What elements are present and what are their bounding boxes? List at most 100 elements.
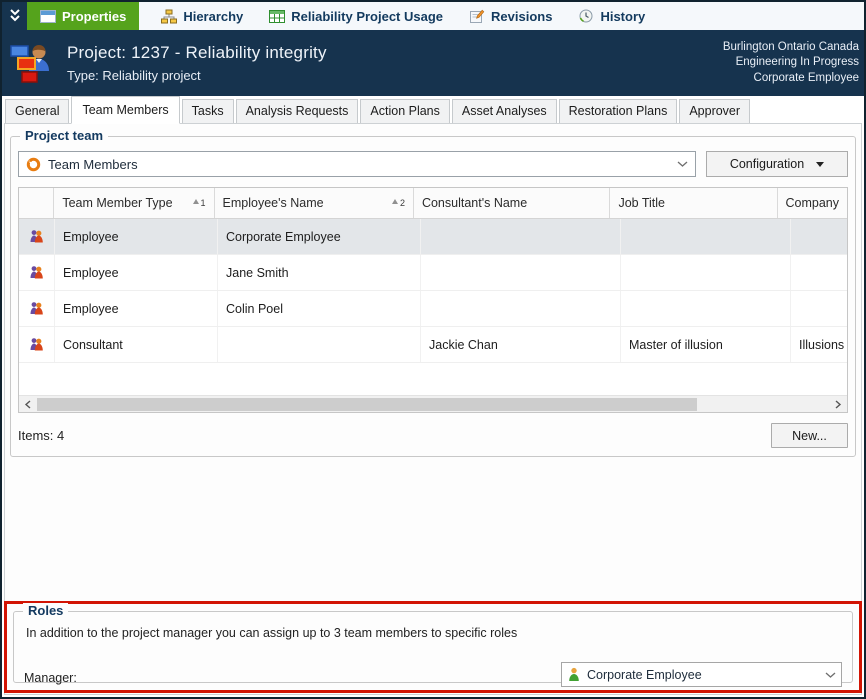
manager-value: Corporate Employee bbox=[587, 668, 702, 682]
cell-employees-name: Colin Poel bbox=[218, 291, 421, 326]
row-icon-cell bbox=[19, 327, 55, 362]
cell-team-member-type: Employee bbox=[55, 255, 218, 290]
toolbar-item-revisions[interactable]: Revisions bbox=[459, 2, 562, 30]
toolbar-item-label: Hierarchy bbox=[183, 9, 243, 24]
cell-company bbox=[791, 291, 847, 326]
project-type: Type: Reliability project bbox=[67, 68, 327, 83]
toolbar-item-reliability-project-usage[interactable]: Reliability Project Usage bbox=[259, 2, 453, 30]
team-members-page: Project team Team Members Configuration bbox=[4, 123, 862, 695]
table-grid-icon bbox=[269, 10, 285, 23]
cell-job-title: Master of illusion bbox=[621, 327, 791, 362]
scroll-left-button[interactable] bbox=[19, 396, 36, 412]
roles-group: Roles In addition to the project manager… bbox=[13, 611, 853, 683]
roles-description: In addition to the project manager you c… bbox=[26, 626, 842, 640]
cell-consultants-name: Jackie Chan bbox=[421, 327, 621, 362]
toolbar-item-hierarchy[interactable]: Hierarchy bbox=[151, 2, 253, 30]
table-row[interactable]: Employee Colin Poel bbox=[19, 291, 847, 327]
project-location: Burlington Ontario Canada bbox=[723, 40, 859, 56]
cell-company: Illusions Inc bbox=[791, 327, 847, 362]
toolbar-item-label: Reliability Project Usage bbox=[291, 9, 443, 24]
tab-general[interactable]: General bbox=[5, 99, 69, 123]
chevron-down-icon bbox=[677, 161, 688, 167]
cell-company bbox=[791, 255, 847, 290]
project-titles: Project: 1237 - Reliability integrity Ty… bbox=[67, 43, 327, 83]
scroll-right-button[interactable] bbox=[830, 396, 847, 412]
cell-team-member-type: Consultant bbox=[55, 327, 218, 362]
column-header-company[interactable]: Company bbox=[778, 188, 848, 218]
scrollbar-thumb[interactable] bbox=[37, 398, 697, 411]
row-icon-cell bbox=[19, 291, 55, 326]
project-team-group-title: Project team bbox=[20, 128, 108, 143]
sort-order: 2 bbox=[400, 198, 405, 208]
new-button[interactable]: New... bbox=[771, 423, 848, 448]
toolbar-item-properties[interactable]: Properties bbox=[27, 2, 139, 30]
toolbar-item-history[interactable]: History bbox=[568, 2, 655, 30]
cell-consultants-name bbox=[421, 291, 621, 326]
tab-action-plans[interactable]: Action Plans bbox=[360, 99, 449, 123]
cell-company bbox=[791, 219, 847, 254]
manager-select[interactable]: Corporate Employee bbox=[561, 662, 842, 687]
tab-approver[interactable]: Approver bbox=[679, 99, 750, 123]
column-header-icon[interactable] bbox=[19, 188, 54, 218]
revisions-icon bbox=[469, 9, 485, 24]
column-header-job-title[interactable]: Job Title bbox=[610, 188, 777, 218]
hierarchy-icon bbox=[161, 9, 177, 24]
cell-employees-name: Jane Smith bbox=[218, 255, 421, 290]
sort-ascending-icon bbox=[193, 199, 199, 204]
application-window: Properties Hierarchy Reliability Project… bbox=[0, 0, 866, 699]
sort-indicator: 2 bbox=[392, 198, 405, 208]
team-view-selector[interactable]: Team Members bbox=[18, 151, 696, 177]
project-meta: Burlington Ontario Canada Engineering In… bbox=[723, 40, 864, 87]
team-member-icon bbox=[29, 229, 44, 244]
tab-team-members[interactable]: Team Members bbox=[71, 96, 179, 124]
column-label: Employee's Name bbox=[223, 196, 324, 210]
tab-analysis-requests[interactable]: Analysis Requests bbox=[236, 99, 359, 123]
table-header-row: Team Member Type 1 Employee's Name 2 Con… bbox=[19, 188, 847, 219]
column-label: Team Member Type bbox=[62, 196, 172, 210]
cell-employees-name bbox=[218, 327, 421, 362]
top-toolbar: Properties Hierarchy Reliability Project… bbox=[2, 2, 864, 30]
column-label: Job Title bbox=[618, 196, 665, 210]
dropdown-arrow-icon bbox=[816, 162, 824, 167]
project-team-group: Project team Team Members Configuration bbox=[10, 136, 856, 457]
column-header-consultants-name[interactable]: Consultant's Name bbox=[414, 188, 610, 218]
roles-group-title: Roles bbox=[23, 603, 68, 618]
project-header: Project: 1237 - Reliability integrity Ty… bbox=[2, 30, 864, 96]
horizontal-scrollbar[interactable] bbox=[19, 395, 847, 412]
table-row[interactable]: Consultant Jackie Chan Master of illusio… bbox=[19, 327, 847, 363]
column-header-employees-name[interactable]: Employee's Name 2 bbox=[215, 188, 414, 218]
chevron-down-icon bbox=[825, 672, 836, 678]
team-view-selector-value: Team Members bbox=[48, 157, 138, 172]
column-header-team-member-type[interactable]: Team Member Type 1 bbox=[54, 188, 214, 218]
tab-tasks[interactable]: Tasks bbox=[182, 99, 234, 123]
project-status: Engineering In Progress bbox=[723, 55, 859, 71]
person-green-icon bbox=[567, 667, 581, 682]
table-row[interactable]: Employee Jane Smith bbox=[19, 255, 847, 291]
cell-team-member-type: Employee bbox=[55, 291, 218, 326]
tab-asset-analyses[interactable]: Asset Analyses bbox=[452, 99, 557, 123]
cell-job-title bbox=[621, 219, 791, 254]
column-label: Consultant's Name bbox=[422, 196, 527, 210]
cell-consultants-name bbox=[421, 255, 621, 290]
manager-label: Manager: bbox=[24, 671, 159, 685]
cell-job-title bbox=[621, 255, 791, 290]
team-member-icon bbox=[29, 301, 44, 316]
history-clock-icon bbox=[578, 8, 594, 24]
table-row[interactable]: Employee Corporate Employee bbox=[19, 219, 847, 255]
toolbar-item-label: Properties bbox=[62, 9, 126, 24]
cell-job-title bbox=[621, 291, 791, 326]
table-footer: Items: 4 New... bbox=[18, 423, 848, 448]
tab-restoration-plans[interactable]: Restoration Plans bbox=[559, 99, 678, 123]
collapse-toolbar-button[interactable] bbox=[2, 2, 27, 30]
toolbar-item-label: History bbox=[600, 9, 645, 24]
cell-employees-name: Corporate Employee bbox=[218, 219, 421, 254]
items-count: Items: 4 bbox=[18, 428, 64, 443]
cell-team-member-type: Employee bbox=[55, 219, 218, 254]
team-member-icon bbox=[29, 337, 44, 352]
toolbar-item-label: Revisions bbox=[491, 9, 552, 24]
new-button-label: New... bbox=[792, 429, 827, 443]
column-label: Company bbox=[786, 196, 840, 210]
project-title: Project: 1237 - Reliability integrity bbox=[67, 43, 327, 63]
sort-indicator: 1 bbox=[193, 198, 206, 208]
configuration-button[interactable]: Configuration bbox=[706, 151, 848, 177]
